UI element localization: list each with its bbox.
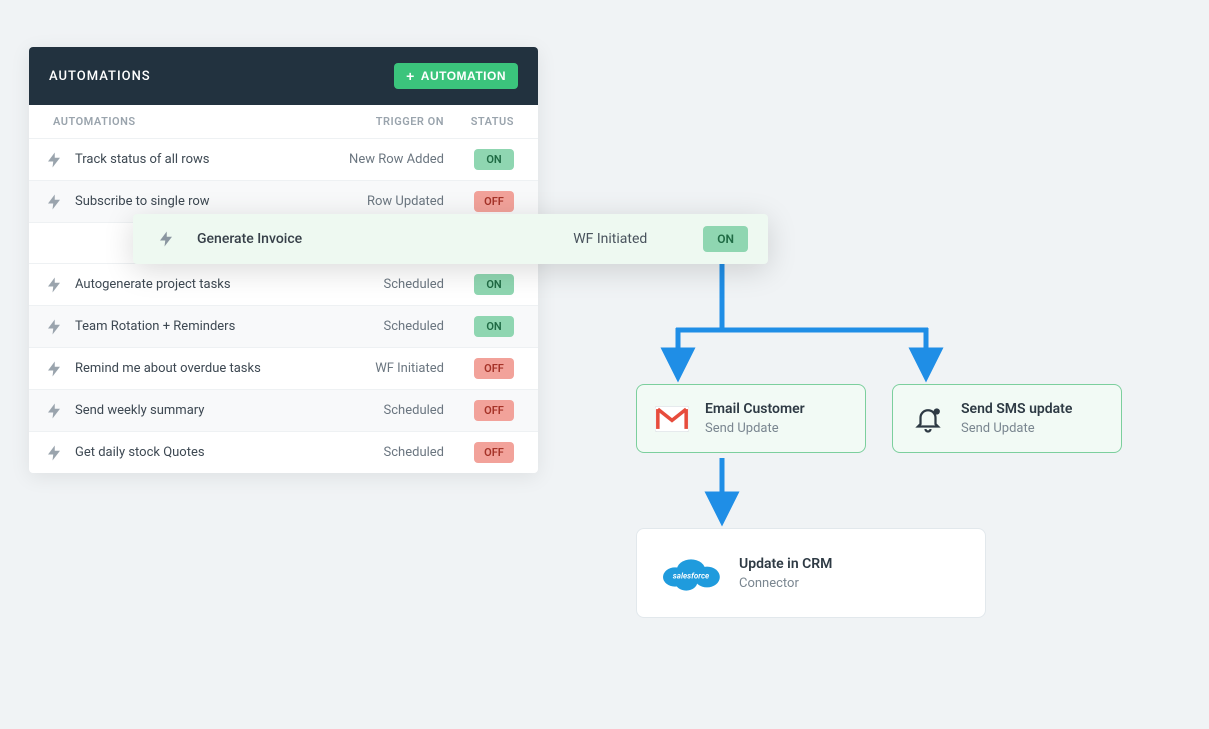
status-badge[interactable]: OFF: [474, 442, 514, 463]
automation-row[interactable]: Autogenerate project tasks Scheduled ON: [29, 263, 538, 305]
row-status: ON: [444, 149, 514, 170]
col-header-trigger: TRIGGER ON: [314, 115, 444, 128]
row-trigger: Row Updated: [314, 194, 444, 209]
status-badge[interactable]: ON: [474, 149, 514, 170]
bolt-icon: [45, 193, 63, 211]
panel-header: AUTOMATIONS + AUTOMATION: [29, 47, 538, 105]
add-automation-button[interactable]: + AUTOMATION: [394, 63, 518, 89]
row-status: OFF: [444, 358, 514, 379]
workflow-card-email[interactable]: Email Customer Send Update: [636, 384, 866, 453]
status-badge[interactable]: OFF: [474, 400, 514, 421]
workflow-card-crm[interactable]: salesforce Update in CRM Connector: [636, 528, 986, 618]
highlight-trigger: WF Initiated: [573, 231, 703, 247]
status-badge[interactable]: ON: [474, 274, 514, 295]
add-automation-label: AUTOMATION: [421, 69, 506, 83]
row-trigger: Scheduled: [314, 319, 444, 334]
col-header-name: AUTOMATIONS: [53, 115, 314, 128]
bolt-icon: [157, 230, 175, 248]
row-name: Send weekly summary: [75, 403, 314, 418]
highlight-status: ON: [703, 226, 748, 252]
automation-row[interactable]: Send weekly summary Scheduled OFF: [29, 389, 538, 431]
highlight-name: Generate Invoice: [197, 231, 573, 247]
status-badge[interactable]: ON: [703, 226, 748, 252]
panel-title: AUTOMATIONS: [49, 69, 151, 84]
gmail-icon: [655, 402, 689, 436]
status-badge[interactable]: OFF: [474, 191, 514, 212]
status-badge[interactable]: ON: [474, 316, 514, 337]
svg-text:salesforce: salesforce: [673, 572, 709, 581]
row-status: OFF: [444, 400, 514, 421]
column-headers: AUTOMATIONS TRIGGER ON STATUS: [29, 105, 538, 138]
row-trigger: WF Initiated: [314, 361, 444, 376]
row-trigger: New Row Added: [314, 152, 444, 167]
automation-row[interactable]: Track status of all rows New Row Added O…: [29, 138, 538, 180]
bell-icon: [911, 402, 945, 436]
plus-icon: +: [406, 69, 415, 83]
bolt-icon: [45, 276, 63, 294]
bolt-icon: [45, 151, 63, 169]
row-trigger: Scheduled: [314, 403, 444, 418]
card-subtitle: Connector: [739, 576, 832, 591]
row-status: ON: [444, 316, 514, 337]
automation-row[interactable]: Team Rotation + Reminders Scheduled ON: [29, 305, 538, 347]
bolt-icon: [45, 360, 63, 378]
row-trigger: Scheduled: [314, 277, 444, 292]
row-trigger: Scheduled: [314, 445, 444, 460]
row-status: OFF: [444, 191, 514, 212]
status-badge[interactable]: OFF: [474, 358, 514, 379]
workflow-card-sms[interactable]: Send SMS update Send Update: [892, 384, 1122, 453]
salesforce-icon: salesforce: [659, 551, 723, 595]
row-name: Remind me about overdue tasks: [75, 361, 314, 376]
card-title: Send SMS update: [961, 401, 1072, 417]
row-name: Autogenerate project tasks: [75, 277, 314, 292]
bolt-icon: [45, 444, 63, 462]
card-title: Update in CRM: [739, 556, 832, 572]
row-status: ON: [444, 274, 514, 295]
automation-row[interactable]: Get daily stock Quotes Scheduled OFF: [29, 431, 538, 473]
row-name: Subscribe to single row: [75, 194, 314, 209]
row-name: Track status of all rows: [75, 152, 314, 167]
card-subtitle: Send Update: [961, 421, 1072, 436]
automation-row[interactable]: Remind me about overdue tasks WF Initiat…: [29, 347, 538, 389]
bolt-icon: [45, 318, 63, 336]
row-name: Team Rotation + Reminders: [75, 319, 314, 334]
highlighted-automation-row[interactable]: Generate Invoice WF Initiated ON: [133, 214, 768, 264]
row-name: Get daily stock Quotes: [75, 445, 314, 460]
col-header-status: STATUS: [444, 115, 514, 128]
card-subtitle: Send Update: [705, 421, 805, 436]
row-status: OFF: [444, 442, 514, 463]
card-title: Email Customer: [705, 401, 805, 417]
bolt-icon: [45, 402, 63, 420]
